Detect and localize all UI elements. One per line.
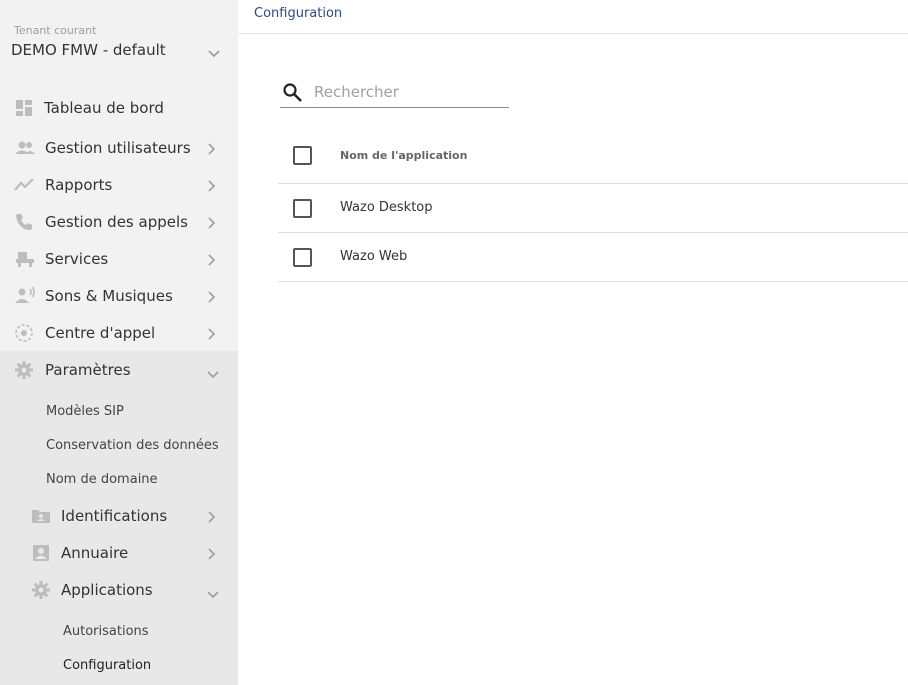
search-box — [280, 78, 509, 108]
row-checkbox[interactable] — [293, 248, 312, 267]
sidebar-item-label: Annuaire — [61, 543, 129, 562]
sidebar-subitem-configuration[interactable]: Configuration — [63, 658, 151, 673]
chevron-down-icon — [206, 365, 220, 384]
folder-id-icon — [31, 506, 51, 526]
sidebar-item-label: Rapports — [45, 175, 113, 194]
chart-line-icon — [14, 175, 34, 195]
chevron-right-icon — [206, 326, 216, 345]
application-name-cell: Wazo Web — [340, 249, 408, 264]
top-bar: Configuration — [238, 0, 908, 34]
contact-card-icon — [31, 543, 51, 563]
sidebar-item-label: Identifications — [61, 506, 168, 525]
dashboard-icon — [14, 98, 34, 118]
sidebar-item-label: Services — [45, 249, 109, 268]
search-icon — [283, 83, 302, 102]
sidebar-subitem-data-retention[interactable]: Conservation des données — [46, 438, 219, 453]
sidebar-item-dashboard[interactable]: Tableau de bord — [0, 89, 238, 126]
sidebar-item-reports[interactable]: Rapports — [0, 166, 238, 203]
chevron-right-icon — [206, 141, 216, 160]
chevron-right-icon — [206, 252, 216, 271]
column-header-application-name[interactable]: Nom de l'application — [340, 149, 467, 162]
chevron-right-icon — [206, 289, 216, 308]
sidebar-item-applications[interactable]: Applications — [0, 571, 238, 608]
users-icon — [14, 138, 35, 158]
sidebar-item-directory[interactable]: Annuaire — [0, 534, 238, 571]
target-icon — [14, 323, 34, 343]
sidebar-item-label: Centre d'appel — [45, 323, 156, 342]
chevron-down-icon[interactable] — [207, 44, 221, 63]
sidebar-item-call-center[interactable]: Centre d'appel — [0, 314, 238, 351]
sidebar-subitem-authorizations[interactable]: Autorisations — [63, 624, 149, 639]
chevron-right-icon — [206, 546, 216, 565]
sidebar-item-label: Gestion utilisateurs — [45, 138, 191, 157]
sidebar-subitem-sip-templates[interactable]: Modèles SIP — [46, 404, 124, 419]
gear-icon — [31, 580, 51, 600]
row-checkbox[interactable] — [293, 199, 312, 218]
chevron-down-icon — [206, 585, 220, 604]
voice-icon — [14, 286, 35, 306]
sidebar-item-users[interactable]: Gestion utilisateurs — [0, 129, 238, 166]
phone-icon — [14, 212, 34, 232]
sidebar-item-identifications[interactable]: Identifications — [0, 497, 238, 534]
tenant-label: Tenant courant — [14, 24, 97, 37]
row-divider — [278, 232, 908, 233]
row-divider — [278, 281, 908, 282]
sidebar-item-settings[interactable]: Paramètres — [0, 351, 238, 388]
application-name-cell: Wazo Desktop — [340, 200, 433, 215]
sidebar-item-label: Paramètres — [45, 360, 131, 379]
service-bell-icon — [14, 249, 34, 269]
sidebar-item-label: Sons & Musiques — [45, 286, 173, 305]
row-divider — [278, 183, 908, 184]
gear-icon — [14, 360, 34, 380]
select-all-checkbox[interactable] — [293, 146, 312, 165]
chevron-right-icon — [206, 178, 216, 197]
tenant-selector[interactable]: DEMO FMW - default — [11, 41, 166, 59]
sidebar-subitem-domain-name[interactable]: Nom de domaine — [46, 472, 158, 487]
sidebar-item-calls[interactable]: Gestion des appels — [0, 203, 238, 240]
sidebar-item-label: Tableau de bord — [44, 98, 164, 117]
sidebar: Tenant courant DEMO FMW - default Tablea… — [0, 0, 238, 685]
sidebar-item-sounds[interactable]: Sons & Musiques — [0, 277, 238, 314]
chevron-right-icon — [206, 215, 216, 234]
search-input[interactable] — [312, 80, 506, 104]
breadcrumb[interactable]: Configuration — [254, 6, 342, 21]
sidebar-item-services[interactable]: Services — [0, 240, 238, 277]
chevron-right-icon — [206, 509, 216, 528]
sidebar-item-label: Applications — [61, 580, 153, 599]
sidebar-item-label: Gestion des appels — [45, 212, 188, 231]
